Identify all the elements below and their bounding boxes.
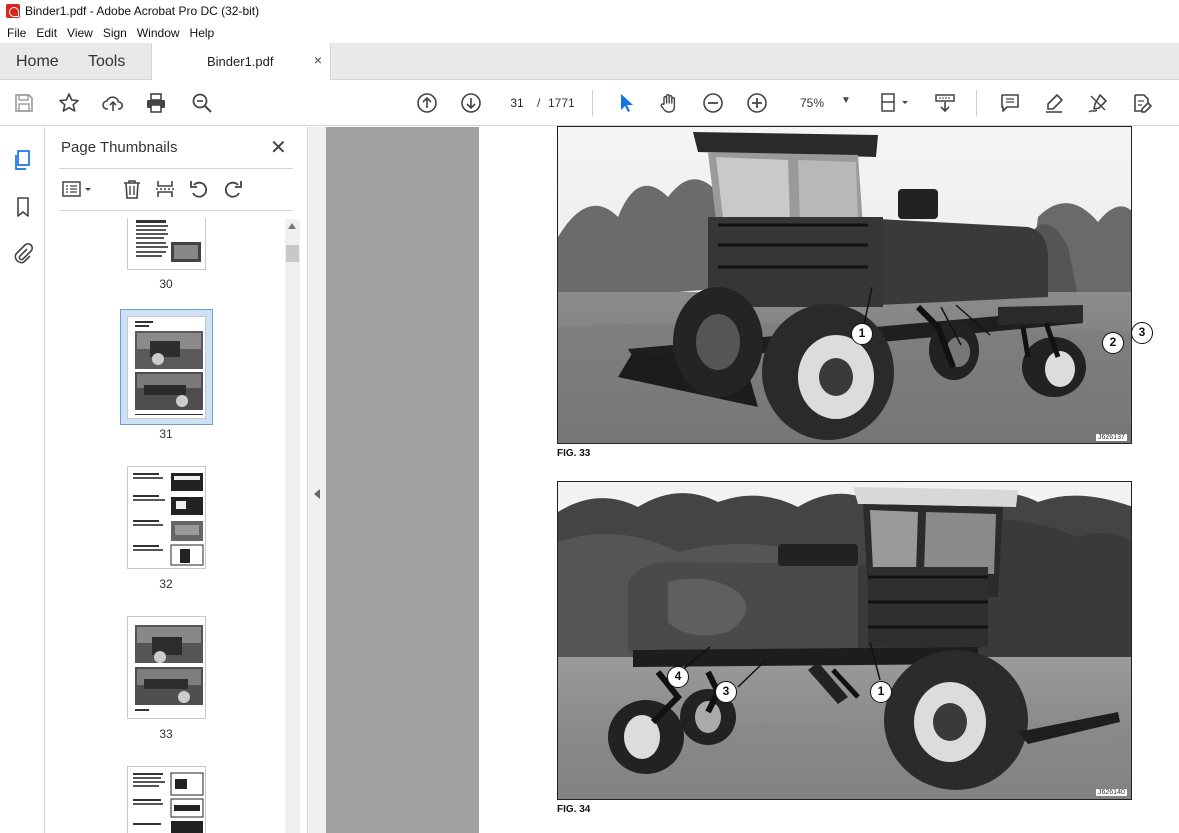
menu-file[interactable]: File — [2, 26, 31, 40]
rotate-counterclockwise-icon[interactable] — [186, 177, 212, 201]
thumbnail-label-31: 31 — [159, 427, 173, 441]
thumbnails-scrollbar[interactable] — [285, 219, 300, 833]
scroll-up-icon[interactable] — [288, 223, 296, 229]
callout-2: 2 — [1102, 332, 1124, 354]
thumbnail-page-34[interactable] — [127, 766, 206, 833]
figure-34-photo — [557, 481, 1132, 800]
menu-sign[interactable]: Sign — [98, 26, 132, 40]
zoom-dropdown[interactable]: 75% ▼ — [789, 89, 857, 116]
page-separator: / — [537, 96, 541, 110]
thumbnail-page-32[interactable] — [127, 466, 206, 569]
previous-page-icon[interactable] — [415, 91, 439, 115]
collapse-panel-icon[interactable] — [314, 489, 320, 499]
toolbar-divider — [592, 90, 593, 116]
panel-divider — [59, 210, 293, 211]
tab-home[interactable]: Home — [16, 43, 59, 80]
page-fit-icon[interactable] — [877, 91, 911, 115]
acrobat-app-icon — [6, 4, 20, 18]
extract-pages-icon[interactable] — [152, 177, 178, 201]
menu-help[interactable]: Help — [185, 26, 220, 40]
callout-3: 3 — [715, 681, 737, 703]
attachments-icon[interactable] — [11, 241, 35, 265]
bookmark-star-icon[interactable] — [57, 91, 81, 115]
thumbnail-page-31[interactable] — [127, 316, 206, 419]
thumbnail-page-30[interactable] — [127, 218, 206, 270]
figure-33-photo — [557, 126, 1132, 444]
close-tab-icon[interactable]: × — [314, 52, 322, 68]
menu-bar: File Edit View Sign Window Help — [0, 22, 1179, 43]
zoom-in-icon[interactable] — [745, 91, 769, 115]
navigation-rail — [0, 127, 45, 833]
callout-1: 1 — [851, 323, 873, 345]
page-thumbnails-icon[interactable] — [11, 148, 35, 172]
save-icon[interactable] — [12, 91, 36, 115]
zoom-value: 75% — [800, 96, 825, 110]
menu-window[interactable]: Window — [132, 26, 185, 40]
upload-cloud-icon[interactable] — [101, 91, 125, 115]
figure-34-caption: FIG. 34 — [557, 804, 591, 815]
delete-page-icon[interactable] — [119, 177, 145, 201]
title-bar: Binder1.pdf - Adobe Acrobat Pro DC (32-b… — [0, 0, 1179, 22]
panel-splitter[interactable] — [307, 127, 326, 833]
callout-1: 1 — [870, 681, 892, 703]
figure-34-code: J626140 — [1096, 789, 1127, 796]
menu-edit[interactable]: Edit — [31, 26, 62, 40]
chevron-down-icon: ▼ — [841, 95, 851, 106]
sign-pen-icon[interactable] — [1086, 91, 1110, 115]
thumbnail-page-33[interactable] — [127, 616, 206, 719]
window-title: Binder1.pdf - Adobe Acrobat Pro DC (32-b… — [25, 4, 260, 18]
document-tab-label: Binder1.pdf — [207, 54, 274, 69]
select-cursor-icon[interactable] — [614, 91, 638, 115]
page-total: 1771 — [548, 96, 575, 110]
menu-view[interactable]: View — [62, 26, 98, 40]
figure-33-code: J626137 — [1096, 434, 1127, 441]
page-number-input[interactable] — [502, 90, 532, 116]
thumbnail-options-icon[interactable] — [59, 177, 97, 201]
scrollbar-thumb[interactable] — [286, 245, 299, 262]
next-page-icon[interactable] — [459, 91, 483, 115]
edit-pdf-icon[interactable] — [1130, 91, 1154, 115]
thumbnail-label-32: 32 — [159, 577, 173, 591]
bookmarks-icon[interactable] — [11, 195, 35, 219]
highlight-pen-icon[interactable] — [1042, 91, 1066, 115]
figure-33-caption: FIG. 33 — [557, 448, 591, 459]
scroll-mode-icon[interactable] — [933, 91, 957, 115]
print-icon[interactable] — [144, 91, 168, 115]
close-panel-icon[interactable]: ✕ — [270, 135, 287, 160]
callout-3: 3 — [1131, 322, 1153, 344]
tab-document[interactable]: Binder1.pdf × — [151, 43, 331, 81]
rotate-clockwise-icon[interactable] — [220, 177, 246, 201]
zoom-out-icon[interactable] — [701, 91, 725, 115]
panel-divider — [59, 168, 293, 169]
thumbnail-label-33: 33 — [159, 727, 173, 741]
callout-4: 4 — [667, 666, 689, 688]
toolbar-divider — [976, 90, 977, 116]
tab-bar: Home Tools Binder1.pdf × — [0, 43, 1179, 81]
comment-icon[interactable] — [998, 91, 1022, 115]
panel-title: Page Thumbnails — [61, 139, 178, 156]
main-toolbar — [0, 80, 1179, 126]
thumbnail-label-30: 30 — [159, 277, 173, 291]
document-viewport[interactable]: 1 2 3 J626137 FIG. 33 4 3 1 J626140 FIG.… — [326, 126, 1179, 833]
pdf-page-31: 1 2 3 J626137 FIG. 33 4 3 1 J626140 FIG.… — [479, 126, 1179, 833]
zoom-search-icon[interactable] — [190, 91, 214, 115]
tab-tools[interactable]: Tools — [88, 43, 125, 80]
hand-tool-icon[interactable] — [657, 91, 681, 115]
